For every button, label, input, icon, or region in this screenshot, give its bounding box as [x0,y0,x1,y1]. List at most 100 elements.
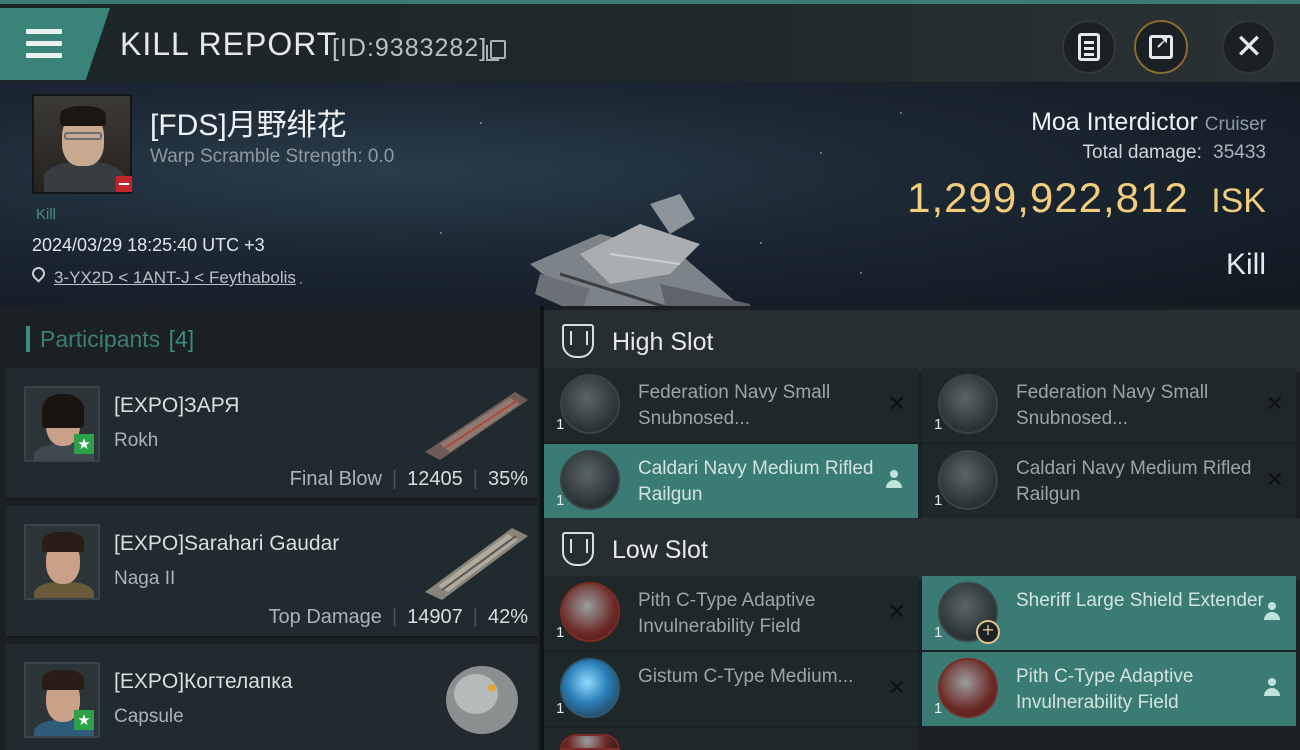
isk-value-row: 1,299,922,812 ISK [907,174,1266,222]
participant-damage: 12405 [407,468,463,490]
report-id: [ID:9383282] [332,34,488,62]
star-icon: ★ [74,710,94,730]
participant-percent: 42% [487,606,528,628]
ship-class: Cruiser [1204,114,1266,135]
participant-stats: Final Blow | 12405 | 35% [289,468,528,490]
participant-role: Final Blow [289,468,382,490]
shield-module-icon [560,582,620,642]
participant-ship: Rokh [114,430,159,451]
module-name: Pith C-Type Adaptive Invulnerability Fie… [1016,666,1194,713]
kill-location-link[interactable]: 3-YX2D < 1ANT-J < Feythabolis [54,268,296,288]
turret-icon [560,374,620,434]
turret-icon [560,450,620,510]
menu-button[interactable] [0,8,110,80]
high-slot-title: High Slot [612,328,714,356]
hamburger-icon [26,29,62,59]
turret-icon [938,374,998,434]
participant-row[interactable]: ★ [EXPO]Когтелапка Capsule [6,644,538,750]
shield-extender-icon [938,582,1000,644]
kill-datetime: 2024/03/29 18:25:40 UTC +3 [32,235,265,255]
low-slot-header: Low Slot [544,518,1300,580]
module-item[interactable]: 1 Caldari Navy Medium Rifled Railgun ✕ [922,444,1296,518]
module-quantity: 1 [934,624,943,641]
turret-icon [938,450,998,510]
participant-ship: Capsule [114,706,184,727]
destroyed-icon: ✕ [887,676,906,701]
module-quantity: 1 [556,492,565,509]
participants-title: Participants [40,326,161,352]
avatar[interactable] [24,524,100,600]
ship-name: Moa Interdictor [1031,108,1198,136]
fitting-panel: High Slot 1 Federation Navy Small Snubno… [544,306,1300,750]
share-icon [1149,32,1173,59]
close-icon: ✕ [1234,27,1264,67]
module-name: Gistum C-Type Medium... [638,666,854,687]
participants-panel: Participants [4] ★ [EXPO]ЗАРЯ Rokh Final… [0,306,540,750]
participant-damage: 14907 [407,606,463,628]
total-damage-label: Total damage: [1082,142,1202,163]
shield-module-icon [938,658,998,718]
victim-ship-image [530,194,750,306]
participant-row[interactable]: ★ [EXPO]ЗАРЯ Rokh Final Blow | 12405 | 35% [6,368,538,500]
participant-name: [EXPO]Когтелапка [114,670,293,693]
participant-ship-image [425,528,528,600]
module-item[interactable] [544,728,918,750]
dropped-person-icon [1264,678,1280,696]
participant-ship-image [446,666,518,734]
participant-row[interactable]: [EXPO]Sarahari Gaudar Naga II Top Damage… [6,506,538,638]
participant-name: [EXPO]Sarahari Gaudar [114,532,340,555]
module-quantity: 1 [934,492,943,509]
dropped-person-icon [1264,602,1280,620]
module-quantity: 1 [934,416,943,433]
module-quantity: 1 [556,700,565,717]
module-name: Caldari Navy Medium Rifled Railgun [638,458,874,505]
participant-stats: Top Damage | 14907 | 42% [268,606,528,628]
top-bar: KILL REPORT [ID:9383282] ✕ [0,0,1300,82]
warp-scramble-strength: Warp Scramble Strength: 0.0 [150,146,395,167]
dropped-person-icon [886,470,902,488]
module-name: Federation Navy Small Snubnosed... [1016,382,1209,429]
module-name: Caldari Navy Medium Rifled Railgun [1016,458,1252,505]
module-quantity: 1 [556,624,565,641]
module-item[interactable]: 1 Federation Navy Small Snubnosed... ✕ [922,368,1296,442]
participants-header: Participants [4] [0,306,540,368]
participant-name: [EXPO]ЗАРЯ [114,394,240,417]
share-button[interactable] [1134,20,1188,74]
module-item[interactable]: 1 Sheriff Large Shield Extender [922,576,1296,650]
participant-role: Top Damage [268,606,382,628]
result-label: Kill [1225,248,1266,281]
destroyed-icon: ✕ [1265,468,1284,493]
participant-ship-image [425,392,528,460]
total-damage-value: 35433 [1213,142,1266,163]
module-quantity: 1 [556,416,565,433]
module-quantity: 1 [934,700,943,717]
shield-module-icon [560,734,620,750]
module-item[interactable]: 1 Gistum C-Type Medium... ✕ [544,652,918,726]
participant-ship: Naga II [114,568,176,589]
module-item[interactable]: 1 Federation Navy Small Snubnosed... ✕ [544,368,918,442]
module-item[interactable]: 1 Pith C-Type Adaptive Invulnerability F… [922,652,1296,726]
close-button[interactable]: ✕ [1222,20,1276,74]
high-slot-icon [562,324,594,358]
standing-badge [116,176,132,192]
module-item[interactable]: 1 Pith C-Type Adaptive Invulnerability F… [544,576,918,650]
participants-count: [4] [168,326,195,352]
module-name: Federation Navy Small Snubnosed... [638,382,831,429]
low-slot-title: Low Slot [612,536,708,564]
destroyed-icon: ✕ [887,392,906,417]
copy-icon[interactable] [486,40,506,61]
page-title: KILL REPORT [120,26,338,62]
destroyed-icon: ✕ [887,600,906,625]
isk-value: 1,299,922,812 [907,174,1189,221]
clipboard-button[interactable] [1062,20,1116,74]
victim-name[interactable]: [FDS]月野绯花 [150,100,347,144]
low-slot-icon [562,532,594,566]
module-name: Sheriff Large Shield Extender [1016,590,1264,611]
clipboard-icon [1078,33,1100,61]
module-item[interactable]: 1 Caldari Navy Medium Rifled Railgun [544,444,918,518]
participant-percent: 35% [487,468,528,490]
star-icon: ★ [74,434,94,454]
module-name: Pith C-Type Adaptive Invulnerability Fie… [638,590,816,637]
victim-ship-type: Moa Interdictor Cruiser [1031,108,1266,137]
injector-module-icon [560,658,620,718]
